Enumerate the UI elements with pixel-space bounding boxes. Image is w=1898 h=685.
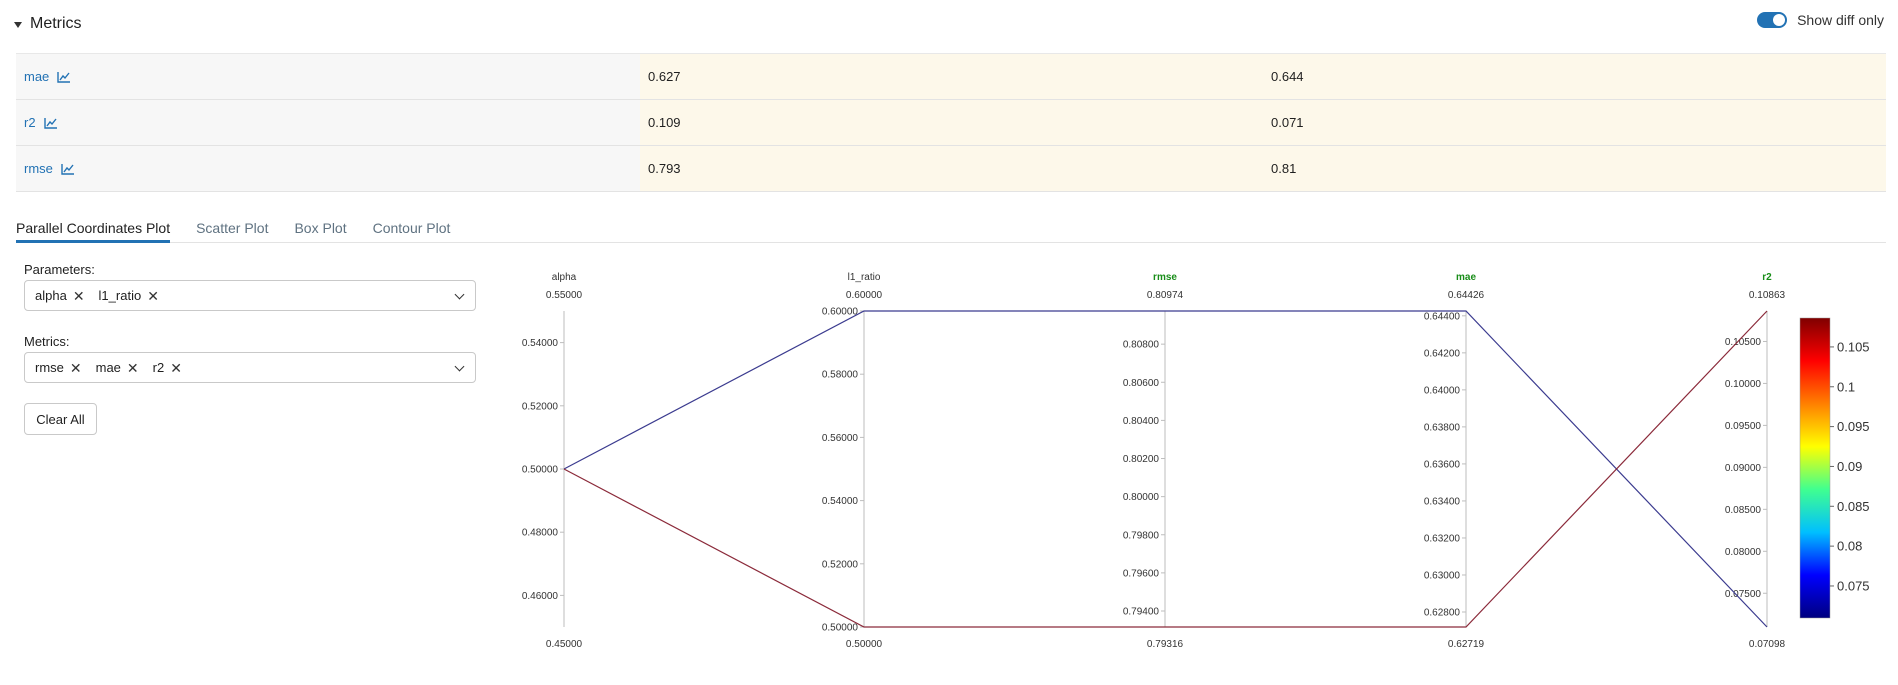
- axis-tick-label: 0.79600: [1123, 568, 1160, 579]
- axis-tick-label: 0.10500: [1725, 337, 1762, 348]
- axis-min-label: 0.50000: [846, 639, 883, 650]
- axis-tick-label: 0.80000: [1123, 492, 1160, 503]
- colorbar-tick-label: 0.075: [1837, 578, 1870, 593]
- axis-tick-label: 0.64000: [1424, 385, 1461, 396]
- axis-tick-label: 0.80600: [1123, 378, 1160, 389]
- colorbar-tick-label: 0.095: [1837, 419, 1870, 434]
- axis-tick-label: 0.64200: [1424, 348, 1461, 359]
- axis-tick-label: 0.63800: [1424, 422, 1461, 433]
- axis-tick-label: 0.08500: [1725, 505, 1762, 516]
- axis-title: l1_ratio: [848, 272, 881, 283]
- axis-tick-label: 0.79800: [1123, 530, 1160, 541]
- axis-title: r2: [1762, 272, 1772, 283]
- axis-tick-label: 0.09500: [1725, 421, 1762, 432]
- axis-tick-label: 0.52000: [822, 559, 859, 570]
- axis-tick-label: 0.80200: [1123, 454, 1160, 465]
- axis-title: alpha: [552, 272, 577, 283]
- axis-tick-label: 0.80800: [1123, 340, 1160, 351]
- axis-tick-label: 0.46000: [522, 591, 559, 602]
- axis-tick-label: 0.56000: [822, 433, 859, 444]
- colorbar-tick-label: 0.09: [1837, 459, 1862, 474]
- parallel-coordinates-chart: alpha 0.55000 0.45000 0.46000 0.48000 0.50000…: [522, 272, 1870, 650]
- axis-tick-label: 0.60000: [822, 307, 859, 318]
- axis-tick-label: 0.63200: [1424, 533, 1461, 544]
- axis-tick-label: 0.62800: [1424, 608, 1461, 619]
- axis-tick-label: 0.63600: [1424, 459, 1461, 470]
- axis-tick-label: 0.54000: [822, 496, 859, 507]
- axis-tick-label: 0.08000: [1725, 547, 1762, 558]
- axis-title: mae: [1456, 272, 1476, 283]
- colorbar-tick-label: 0.085: [1837, 499, 1870, 514]
- axis-tick-label: 0.63000: [1424, 570, 1461, 581]
- axis-title: rmse: [1153, 272, 1177, 283]
- axis-max-label: 0.60000: [846, 290, 883, 301]
- axis-tick-label: 0.63400: [1424, 496, 1461, 507]
- axis-min-label: 0.79316: [1147, 639, 1184, 650]
- axis-tick-label: 0.50000: [822, 623, 859, 634]
- colorbar-tick-label: 0.105: [1837, 339, 1870, 354]
- axis-min-label: 0.45000: [546, 639, 583, 650]
- axis-tick-label: 0.09000: [1725, 463, 1762, 474]
- axis-tick-label: 0.80400: [1123, 416, 1160, 427]
- axis-max-label: 0.64426: [1448, 290, 1485, 301]
- axis-tick-label: 0.48000: [522, 528, 559, 539]
- axis-tick-label: 0.07500: [1725, 589, 1762, 600]
- axis-tick-label: 0.50000: [522, 465, 559, 476]
- axis-tick-label: 0.79400: [1123, 606, 1160, 617]
- colorbar-tick-label: 0.08: [1837, 539, 1862, 554]
- axis-tick-label: 0.52000: [522, 401, 559, 412]
- axis-tick-label: 0.64400: [1424, 311, 1461, 322]
- axis-max-label: 0.80974: [1147, 290, 1184, 301]
- axis-max-label: 0.10863: [1749, 290, 1786, 301]
- axis-tick-label: 0.54000: [522, 338, 559, 349]
- axis-tick-label: 0.58000: [822, 370, 859, 381]
- axis-max-label: 0.55000: [546, 290, 583, 301]
- axis-tick-label: 0.10000: [1725, 379, 1762, 390]
- axis-min-label: 0.07098: [1749, 639, 1786, 650]
- colorbar: [1799, 317, 1831, 619]
- axis-min-label: 0.62719: [1448, 639, 1485, 650]
- colorbar-tick-label: 0.1: [1837, 379, 1855, 394]
